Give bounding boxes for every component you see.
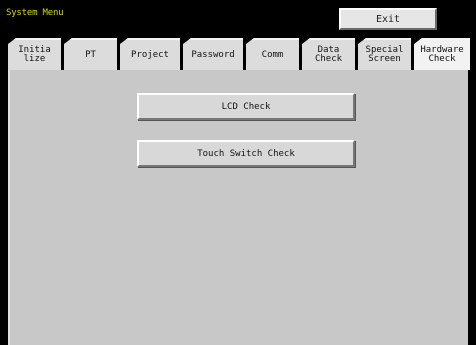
exit-button[interactable]: Exit xyxy=(339,8,437,30)
tab-label: Special Screen xyxy=(365,45,404,64)
lcd-check-button[interactable]: LCD Check xyxy=(137,93,355,120)
tab-password[interactable]: Password xyxy=(183,38,243,70)
tab-label: Initia lize xyxy=(18,45,51,64)
title-bar: System Menu Exit xyxy=(0,0,476,36)
tab-label: Comm xyxy=(261,49,284,60)
tab-label: Data Check xyxy=(314,45,343,64)
tab-hardware-check[interactable]: Hardware Check xyxy=(414,38,470,70)
touch-switch-check-button[interactable]: Touch Switch Check xyxy=(137,140,355,167)
tab-label: Project xyxy=(131,49,169,60)
tab-label: Hardware Check xyxy=(420,45,464,64)
tab-project[interactable]: Project xyxy=(120,38,180,70)
tab-pt[interactable]: PT xyxy=(64,38,117,70)
tab-comm[interactable]: Comm xyxy=(246,38,299,70)
tab-label: Password xyxy=(191,49,235,60)
hardware-check-panel: LCD Check Touch Switch Check xyxy=(8,70,468,345)
tab-label: PT xyxy=(85,49,96,60)
window-title: System Menu xyxy=(6,8,64,18)
tab-data-check[interactable]: Data Check xyxy=(302,38,355,70)
tab-special-screen[interactable]: Special Screen xyxy=(358,38,411,70)
tab-initialize[interactable]: Initia lize xyxy=(8,38,61,70)
